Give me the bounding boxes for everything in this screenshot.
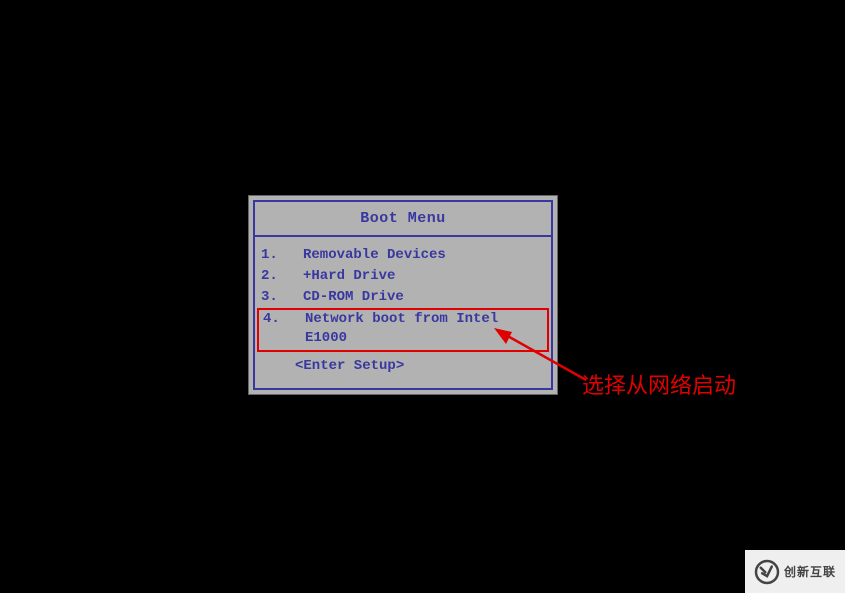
watermark-brand: 创新互联	[784, 563, 836, 580]
boot-item-number: 3.	[261, 288, 303, 307]
boot-menu-dialog: Boot Menu 1. Removable Devices 2. +Hard …	[248, 195, 558, 395]
boot-item-cdrom[interactable]: 3. CD-ROM Drive	[255, 287, 551, 308]
boot-item-label: Network boot from Intel E1000	[305, 310, 543, 348]
boot-item-number: 2.	[261, 267, 303, 286]
boot-item-number: 1.	[261, 246, 303, 265]
boot-item-number: 4.	[263, 310, 305, 348]
boot-item-removable[interactable]: 1. Removable Devices	[255, 245, 551, 266]
boot-menu-inner: Boot Menu 1. Removable Devices 2. +Hard …	[253, 200, 553, 390]
watermark-logo-icon	[754, 559, 780, 585]
boot-menu-items: 1. Removable Devices 2. +Hard Drive 3. C…	[255, 237, 551, 388]
enter-setup-option[interactable]: <Enter Setup>	[255, 352, 551, 378]
boot-item-hard-drive[interactable]: 2. +Hard Drive	[255, 266, 551, 287]
boot-item-label: Removable Devices	[303, 246, 545, 265]
watermark: 创新互联	[745, 550, 845, 593]
boot-menu-title: Boot Menu	[255, 202, 551, 237]
boot-item-label: CD-ROM Drive	[303, 288, 545, 307]
boot-item-label: +Hard Drive	[303, 267, 545, 286]
boot-item-network[interactable]: 4. Network boot from Intel E1000	[257, 308, 549, 352]
annotation-label: 选择从网络启动	[582, 368, 736, 400]
